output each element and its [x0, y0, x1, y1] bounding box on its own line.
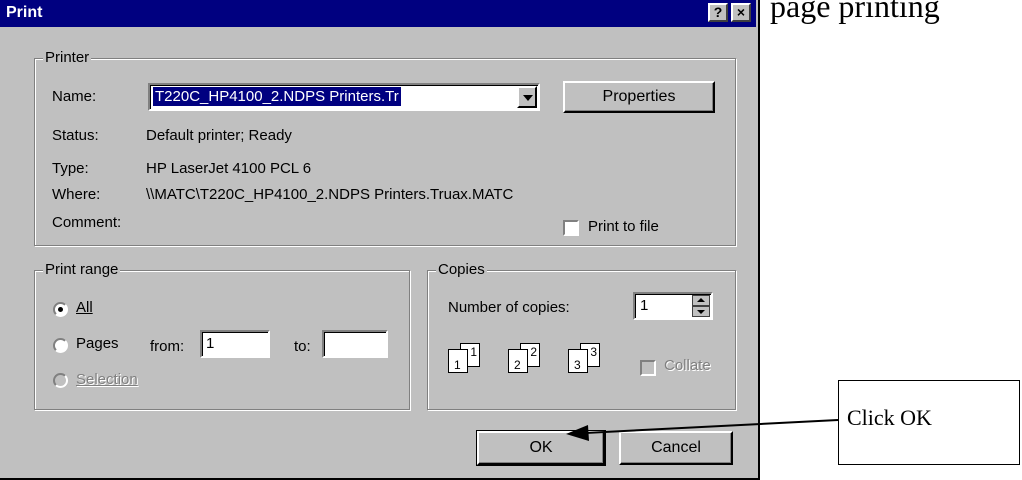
- callout-text: Click OK: [847, 405, 932, 430]
- callout-box: Click OK: [838, 380, 1020, 465]
